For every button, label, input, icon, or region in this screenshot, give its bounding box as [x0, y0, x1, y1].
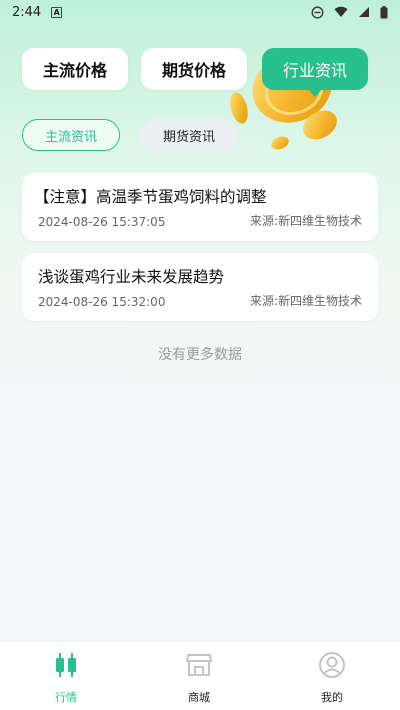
news-source: 来源:新四维生物技术 — [249, 214, 362, 228]
nav-label: 行情 — [55, 691, 77, 704]
news-time: 2024-08-26 15:32:00 — [38, 295, 166, 309]
tab-futures-price[interactable]: 期货价格 — [141, 48, 247, 90]
tab-industry-news[interactable]: 行业资讯 — [262, 48, 368, 97]
subtab-label: 期货资讯 — [162, 129, 215, 145]
news-source: 来源:新四维生物技术 — [249, 294, 362, 308]
news-time: 2024-08-26 15:37:05 — [38, 215, 166, 229]
nav-label: 我的 — [321, 691, 343, 704]
nav-item-store[interactable]: 商城 — [164, 642, 234, 710]
top-tab-bar: 主流价格 期货价格 行业资讯 — [22, 48, 368, 97]
news-title: 【注意】高温季节蛋鸡饲料的调整 — [34, 188, 267, 206]
notification-icon: A — [51, 6, 63, 18]
nav-item-profile[interactable]: 我的 — [297, 642, 367, 710]
bottom-navigation: 行情 商城 我的 — [0, 641, 400, 710]
wifi-icon — [334, 6, 348, 18]
nav-label: 商城 — [188, 691, 210, 704]
status-icons — [311, 5, 388, 19]
user-icon — [319, 652, 345, 678]
store-icon — [186, 654, 212, 676]
tab-label: 行业资讯 — [282, 61, 347, 80]
status-time: 2:44 — [12, 4, 42, 20]
no-more-data-text: 没有更多数据 — [158, 347, 242, 363]
status-bar: 2:44 A — [0, 0, 400, 24]
subtab-mainstream-news[interactable]: 主流资讯 — [22, 119, 120, 151]
candlestick-icon — [56, 653, 76, 677]
signal-icon — [359, 7, 369, 17]
nav-item-market[interactable]: 行情 — [31, 642, 101, 710]
battery-icon — [380, 5, 388, 18]
tab-label: 期货价格 — [161, 61, 226, 80]
subtab-futures-news[interactable]: 期货资讯 — [140, 119, 238, 151]
do-not-disturb-icon — [311, 6, 324, 18]
subtab-label: 主流资讯 — [44, 129, 97, 145]
news-card[interactable]: 【注意】高温季节蛋鸡饲料的调整 2024-08-26 15:37:05 来源:新… — [22, 173, 378, 241]
news-title: 浅谈蛋鸡行业未来发展趋势 — [38, 268, 225, 286]
tab-label: 主流价格 — [42, 61, 107, 80]
tab-mainstream-price[interactable]: 主流价格 — [22, 48, 128, 90]
active-tab-pointer — [308, 89, 322, 97]
news-card[interactable]: 浅谈蛋鸡行业未来发展趋势 2024-08-26 15:32:00 来源:新四维生… — [22, 253, 378, 321]
